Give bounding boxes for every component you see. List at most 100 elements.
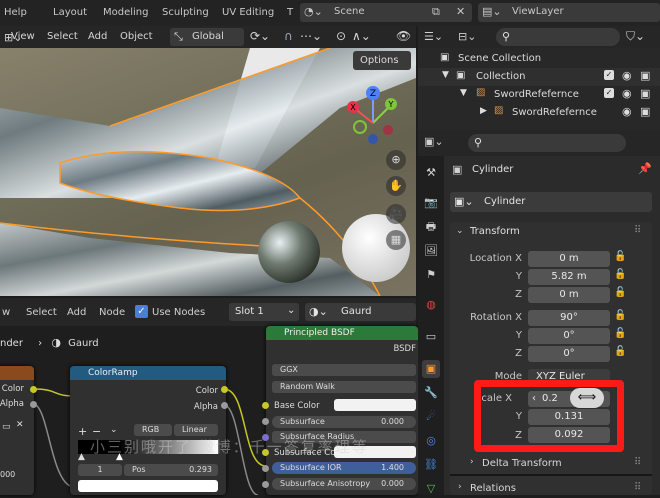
scene-tab-icon[interactable]: ⚑ <box>422 266 440 284</box>
transform-orientation-dropdown[interactable]: ⤡ Global <box>170 28 244 46</box>
subsurface-socket[interactable] <box>262 418 269 425</box>
pan-hand-icon[interactable]: ✋ <box>386 176 406 196</box>
camera-icon[interactable]: ▣ <box>640 105 650 118</box>
object-name-field[interactable]: ▣⌄ Cylinder <box>450 192 652 212</box>
outliner-row-scene-collection[interactable]: ▣ Scene Collection <box>418 50 660 68</box>
texture-alpha-socket[interactable] <box>30 401 37 408</box>
subsurface-ior-socket[interactable] <box>262 465 269 472</box>
outliner-row-swordreference-object[interactable]: ▶ ▨ SwordRefefernce ◉ ▣ <box>418 104 660 122</box>
material-selector[interactable]: ◑⌄ Gaurd <box>305 303 416 321</box>
tool-tab-icon[interactable]: ⚒ <box>422 164 440 182</box>
grid-perspective-icon[interactable]: ▦ <box>386 230 406 250</box>
drag-handle-icon[interactable]: ⠿ <box>634 457 641 468</box>
subsurface-anisotropy-field[interactable]: Subsurface Anisotropy 0.000 <box>272 478 416 490</box>
expand-icon[interactable]: ▶ <box>480 106 487 116</box>
snap-icon[interactable]: ∩ <box>284 29 293 43</box>
tab-layout[interactable]: Layout <box>53 7 87 18</box>
eye-icon[interactable]: ◉ <box>622 69 632 82</box>
properties-editor-icon[interactable]: ▣⌄ <box>424 135 444 148</box>
particles-tab-icon[interactable]: ☄ <box>422 408 440 426</box>
location-z-field[interactable]: 0 m <box>528 287 610 303</box>
filter-icon[interactable]: ⛉⌄ <box>626 29 645 44</box>
pivot-icon[interactable]: ⟳⌄ <box>250 29 270 43</box>
eye-icon[interactable]: ◉ <box>622 87 632 100</box>
image-icon[interactable]: ▭ <box>2 422 11 432</box>
delta-transform-panel[interactable]: Delta Transform <box>482 458 562 469</box>
viewport-menu-view[interactable]: View <box>11 31 35 42</box>
tab-uv-editing[interactable]: UV Editing <box>222 7 274 18</box>
texture-color-socket[interactable] <box>30 386 37 393</box>
base-color-socket[interactable] <box>262 402 269 409</box>
outliner-row-swordreference-collection[interactable]: ▼ ▨ SwordRefefernce ✓ ◉ ▣ <box>418 86 660 104</box>
rotation-x-field[interactable]: 90° <box>528 310 610 326</box>
subsurface-ior-field[interactable]: Subsurface IOR 1.400 <box>272 462 416 474</box>
add-stop-icon[interactable]: + <box>78 425 87 438</box>
lock-icon[interactable]: 🔓 <box>614 287 626 298</box>
physics-tab-icon[interactable]: ◎ <box>422 432 440 450</box>
falloff-icon[interactable]: ∧⌄ <box>352 29 371 43</box>
copy-icon[interactable]: ⧉ <box>432 5 440 19</box>
interpolation-dropdown[interactable]: Linear <box>174 424 218 436</box>
node-menu-select[interactable]: Select <box>26 307 57 318</box>
texture-node[interactable]: Color Alpha ▭ ✕ 000 <box>0 366 34 495</box>
expand-icon[interactable]: › <box>458 482 462 492</box>
navigation-gizmo[interactable]: Z Y X <box>340 84 410 154</box>
use-nodes-checkbox[interactable]: ✓ <box>135 305 148 318</box>
display-mode-icon[interactable]: ⊟⌄ <box>458 30 476 43</box>
properties-search-input[interactable]: ⚲ <box>468 134 626 152</box>
viewport-menu-select[interactable]: Select <box>47 31 78 42</box>
world-tab-icon[interactable]: ◍ <box>422 296 440 314</box>
subsurface-field[interactable]: Subsurface 0.000 <box>272 416 416 428</box>
stop-index-field[interactable]: 1 <box>78 464 122 476</box>
lock-icon[interactable]: 🔓 <box>614 251 626 262</box>
outliner-search-input[interactable]: ⚲ <box>496 28 620 46</box>
close-icon[interactable]: ✕ <box>456 5 465 18</box>
proportional-edit-icon[interactable]: ⊙ <box>336 29 346 43</box>
exclude-checkbox[interactable]: ✓ <box>604 70 614 80</box>
tab-sculpting[interactable]: Sculpting <box>162 7 209 18</box>
drag-handle-icon[interactable]: ⠿ <box>634 482 641 493</box>
pos-field[interactable]: Pos 0.293 <box>124 464 218 476</box>
3d-viewport[interactable]: Options Z Y X ⊕ ✋ 🎥 ▦ <box>0 48 416 296</box>
lock-icon[interactable]: 🔓 <box>614 346 626 357</box>
expand-icon[interactable]: ▼ <box>442 70 449 80</box>
collection-tab-icon[interactable]: ▭ <box>422 328 440 346</box>
distribution-dropdown[interactable]: GGX <box>272 364 416 376</box>
tab-modeling[interactable]: Modeling <box>103 7 149 18</box>
location-x-field[interactable]: 0 m <box>528 251 610 267</box>
camera-icon[interactable]: 🎥 <box>386 204 406 224</box>
colorramp-color-socket[interactable] <box>221 386 228 393</box>
location-y-field[interactable]: 5.82 m <box>528 269 610 285</box>
zoom-icon[interactable]: ⊕ <box>386 150 406 170</box>
base-color-swatch[interactable] <box>334 399 416 411</box>
output-tab-icon[interactable]: 🖶 <box>422 218 440 236</box>
outliner-editor-icon[interactable]: ☰⌄ <box>424 30 443 43</box>
lock-icon[interactable]: 🔓 <box>614 328 626 339</box>
camera-icon[interactable]: ▣ <box>640 87 650 100</box>
relations-panel[interactable]: Relations <box>470 483 516 494</box>
node-menu-view[interactable]: w <box>2 307 10 318</box>
texture-value[interactable]: 000 <box>0 470 15 479</box>
colorramp-node[interactable]: ColorRamp Color Alpha + − ⌄ RGB Linear ▲… <box>70 366 226 495</box>
node-menu-add[interactable]: Add <box>67 307 86 318</box>
expand-icon[interactable]: ▼ <box>460 88 467 98</box>
subsurface-method-dropdown[interactable]: Random Walk <box>272 381 416 393</box>
viewport-menu-add[interactable]: Add <box>88 31 107 42</box>
data-tab-icon[interactable]: ▽ <box>422 480 440 498</box>
transform-panel-title[interactable]: Transform <box>470 226 520 237</box>
rotation-y-field[interactable]: 0° <box>528 328 610 344</box>
node-editor-canvas[interactable]: nder › ◑ Gaurd Color Alpha ▭ ✕ 000 Color… <box>0 326 418 495</box>
options-button[interactable]: Options <box>353 51 411 70</box>
subsurface-anisotropy-socket[interactable] <box>262 481 269 488</box>
scene-selector[interactable]: ◔⌄ Scene ⧉ ✕ <box>300 3 472 22</box>
drag-handle-icon[interactable]: ⠿ <box>634 225 641 236</box>
render-tab-icon[interactable]: 📷 <box>422 194 440 212</box>
object-tab-icon[interactable]: ▣ <box>422 360 440 378</box>
close-icon[interactable]: ✕ <box>16 420 24 430</box>
color-mode-dropdown[interactable]: RGB <box>134 424 172 436</box>
colorramp-alpha-socket[interactable] <box>221 402 228 409</box>
eye-icon[interactable]: ◉ <box>622 105 632 118</box>
camera-icon[interactable]: ▣ <box>640 69 650 82</box>
slot-dropdown[interactable]: Slot 1 ⌄ <box>229 303 299 321</box>
node-menu-node[interactable]: Node <box>99 307 125 318</box>
